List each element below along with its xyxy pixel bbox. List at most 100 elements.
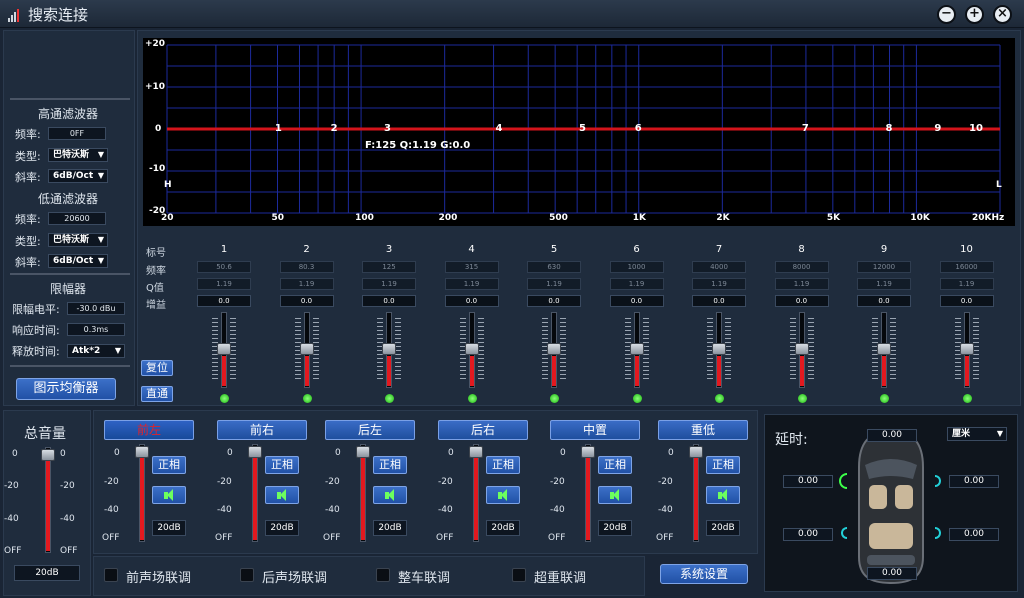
delay-rear-left[interactable]: 0.00 [783, 528, 833, 541]
limiter-release-select[interactable]: Atk*2 [67, 344, 125, 358]
channel-select-button[interactable]: 重低 [658, 420, 748, 440]
channel-gain-value[interactable]: 20dB [265, 520, 299, 536]
limiter-level-field[interactable]: -30.0 dBu [67, 302, 125, 315]
band-freq-field[interactable]: 80.3 [279, 261, 334, 273]
band-q-field[interactable]: 1.19 [774, 278, 829, 290]
link-checkbox[interactable] [240, 568, 254, 582]
band-gain-slider[interactable] [459, 312, 484, 390]
band-q-field[interactable]: 1.19 [527, 278, 581, 290]
phase-button[interactable]: 正相 [486, 456, 520, 474]
band-point-2[interactable]: 2 [331, 123, 338, 134]
band-point-8[interactable]: 8 [886, 123, 893, 134]
band-gain-field[interactable]: 0.0 [857, 295, 911, 307]
band-gain-field[interactable]: 0.0 [279, 295, 334, 307]
delay-unit-select[interactable]: 厘米 [947, 427, 1007, 441]
hpf-marker[interactable]: H [164, 180, 172, 190]
channel-gain-value[interactable]: 20dB [598, 520, 632, 536]
channel-gain-value[interactable]: 20dB [706, 520, 740, 536]
band-gain-field[interactable]: 0.0 [939, 295, 994, 307]
phase-button[interactable]: 正相 [373, 456, 407, 474]
band-point-3[interactable]: 3 [384, 123, 391, 134]
channel-volume-slider[interactable] [464, 444, 488, 544]
speaker-front-left-icon[interactable] [839, 473, 847, 489]
band-freq-field[interactable]: 8000 [774, 261, 829, 273]
band-gain-slider[interactable] [954, 312, 979, 390]
delay-front-left[interactable]: 0.00 [783, 475, 833, 488]
reset-button[interactable]: 复位 [141, 360, 173, 376]
delay-subwoofer[interactable]: 0.00 [867, 567, 917, 580]
phase-button[interactable]: 正相 [152, 456, 186, 474]
band-gain-field[interactable]: 0.0 [444, 295, 499, 307]
limiter-attack-field[interactable]: 0.3ms [67, 323, 125, 336]
band-q-field[interactable]: 1.19 [279, 278, 334, 290]
hpf-slope-select[interactable]: 6dB/Oct [48, 169, 108, 183]
channel-gain-value[interactable]: 20dB [486, 520, 520, 536]
channel-volume-slider[interactable] [576, 444, 600, 544]
band-point-6[interactable]: 6 [635, 123, 642, 134]
channel-select-button[interactable]: 前右 [217, 420, 307, 440]
delay-front-right[interactable]: 0.00 [949, 475, 999, 488]
close-icon[interactable]: × [993, 5, 1012, 24]
mute-speaker-icon[interactable] [706, 486, 740, 504]
bypass-button[interactable]: 直通 [141, 386, 173, 402]
band-gain-slider[interactable] [542, 312, 566, 390]
lpf-type-select[interactable]: 巴特沃斯 [48, 233, 108, 247]
band-freq-field[interactable]: 1000 [609, 261, 664, 273]
band-freq-field[interactable]: 16000 [939, 261, 994, 273]
master-volume-value[interactable]: 20dB [14, 565, 80, 581]
band-gain-field[interactable]: 0.0 [609, 295, 664, 307]
mute-speaker-icon[interactable] [373, 486, 407, 504]
band-freq-field[interactable]: 630 [527, 261, 581, 273]
band-q-field[interactable]: 1.19 [197, 278, 251, 290]
band-gain-slider[interactable] [212, 312, 236, 390]
band-gain-field[interactable]: 0.0 [362, 295, 416, 307]
band-gain-slider[interactable] [789, 312, 814, 390]
band-point-1[interactable]: 1 [275, 123, 282, 134]
band-point-10[interactable]: 10 [969, 123, 983, 134]
mute-speaker-icon[interactable] [265, 486, 299, 504]
band-freq-field[interactable]: 315 [444, 261, 499, 273]
band-gain-slider[interactable] [872, 312, 896, 390]
band-q-field[interactable]: 1.19 [939, 278, 994, 290]
lpf-marker[interactable]: L [996, 180, 1002, 190]
speaker-rear-right-icon[interactable] [935, 527, 941, 539]
band-point-5[interactable]: 5 [579, 123, 586, 134]
channel-select-button[interactable]: 中置 [550, 420, 640, 440]
system-settings-button[interactable]: 系统设置 [660, 564, 748, 584]
band-q-field[interactable]: 1.19 [857, 278, 911, 290]
phase-button[interactable]: 正相 [265, 456, 299, 474]
band-freq-field[interactable]: 4000 [692, 261, 746, 273]
band-freq-field[interactable]: 50.6 [197, 261, 251, 273]
link-checkbox[interactable] [512, 568, 526, 582]
band-freq-field[interactable]: 125 [362, 261, 416, 273]
band-q-field[interactable]: 1.19 [444, 278, 499, 290]
band-q-field[interactable]: 1.19 [362, 278, 416, 290]
channel-volume-slider[interactable] [243, 444, 267, 544]
band-q-field[interactable]: 1.19 [609, 278, 664, 290]
band-freq-field[interactable]: 12000 [857, 261, 911, 273]
channel-volume-slider[interactable] [684, 444, 708, 544]
band-gain-field[interactable]: 0.0 [197, 295, 251, 307]
channel-volume-slider[interactable] [130, 444, 154, 544]
channel-select-button[interactable]: 后左 [325, 420, 415, 440]
mute-speaker-icon[interactable] [598, 486, 632, 504]
delay-rear-right[interactable]: 0.00 [949, 528, 999, 541]
hpf-type-select[interactable]: 巴特沃斯 [48, 148, 108, 162]
graphic-eq-button[interactable]: 图示均衡器 [16, 378, 116, 400]
band-point-4[interactable]: 4 [495, 123, 502, 134]
phase-button[interactable]: 正相 [706, 456, 740, 474]
band-gain-slider[interactable] [294, 312, 319, 390]
phase-button[interactable]: 正相 [598, 456, 632, 474]
band-gain-field[interactable]: 0.0 [692, 295, 746, 307]
master-volume-slider[interactable] [36, 447, 60, 555]
channel-volume-slider[interactable] [351, 444, 375, 544]
mute-speaker-icon[interactable] [152, 486, 186, 504]
delay-center[interactable]: 0.00 [867, 429, 917, 442]
band-gain-slider[interactable] [377, 312, 401, 390]
eq-graph[interactable]: +20 +10 0 -10 -20 H L F:125 Q:1.19 G:0.0… [143, 38, 1015, 226]
band-point-7[interactable]: 7 [802, 123, 809, 134]
channel-gain-value[interactable]: 20dB [152, 520, 186, 536]
lpf-slope-select[interactable]: 6dB/Oct [48, 254, 108, 268]
channel-select-button[interactable]: 后右 [438, 420, 528, 440]
lpf-freq-field[interactable]: 20600 [48, 212, 106, 225]
